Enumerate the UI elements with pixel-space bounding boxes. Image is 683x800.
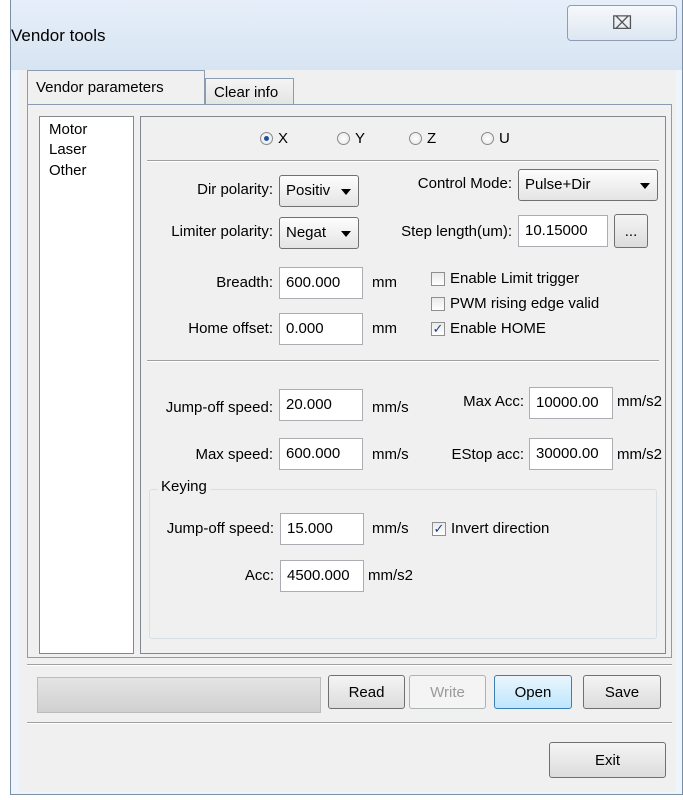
keying-jump-off-speed-input[interactable]: 15.000 <box>280 513 364 545</box>
limiter-polarity-label: Limiter polarity: <box>171 223 273 240</box>
separator <box>27 664 672 666</box>
max-speed-unit: mm/s <box>372 446 409 463</box>
estop-acc-input[interactable]: 30000.00 <box>529 438 613 470</box>
close-icon: ⌧ <box>611 12 633 33</box>
home-offset-label: Home offset: <box>188 320 273 337</box>
invert-direction-checkbox[interactable]: ✓ Invert direction <box>432 520 549 537</box>
step-length-browse-button[interactable]: ... <box>614 214 648 248</box>
invert-direction-label: Invert direction <box>451 520 550 537</box>
motor-settings-panel: X Y Z U Dir polarity: Positiv Control Mo… <box>140 116 666 654</box>
keying-acc-input[interactable]: 4500.000 <box>280 560 364 592</box>
keying-jump-off-speed-unit: mm/s <box>372 520 409 537</box>
keying-group-title: Keying <box>158 478 210 495</box>
step-length-input[interactable]: 10.15000 <box>518 215 608 247</box>
radio-unselected-icon <box>409 132 422 145</box>
keying-acc-unit: mm/s2 <box>368 567 413 584</box>
checkbox-checked-icon: ✓ <box>431 320 445 336</box>
axis-radio-u-label: U <box>499 130 510 147</box>
checkbox-checked-icon: ✓ <box>432 520 446 536</box>
separator <box>147 360 659 362</box>
pwm-rising-edge-label: PWM rising edge valid <box>450 295 600 312</box>
home-offset-unit: mm <box>372 320 397 337</box>
keying-acc-label: Acc: <box>244 567 274 584</box>
chevron-down-icon <box>341 231 351 237</box>
dialog-client-area: Vendor parameters Clear info Motor Laser… <box>19 70 676 792</box>
step-length-label: Step length(um): <box>401 223 512 240</box>
exit-button[interactable]: Exit <box>549 742 666 778</box>
vendor-tools-window: Vendor tools ⌧ Vendor parameters Clear i… <box>10 0 683 795</box>
radio-unselected-icon <box>481 132 494 145</box>
checkbox-unchecked-icon <box>431 271 445 286</box>
chevron-down-icon <box>640 183 650 189</box>
axis-radio-y-label: Y <box>355 130 366 147</box>
tab-clear-info-label: Clear info <box>214 84 279 101</box>
max-acc-input[interactable]: 10000.00 <box>529 387 613 419</box>
separator <box>27 722 672 724</box>
tab-vendor-parameters-label: Vendor parameters <box>36 79 164 96</box>
axis-radio-x-label: X <box>278 130 289 147</box>
jump-off-speed-input[interactable]: 20.000 <box>279 389 363 421</box>
enable-limit-trigger-label: Enable Limit trigger <box>450 270 580 287</box>
estop-acc-unit: mm/s2 <box>617 446 662 463</box>
tab-clear-info[interactable]: Clear info <box>205 78 294 106</box>
axis-radio-z-label: Z <box>427 130 437 147</box>
enable-limit-trigger-checkbox[interactable]: Enable Limit trigger <box>431 270 579 287</box>
axis-radio-z[interactable]: Z <box>409 130 436 147</box>
radio-selected-icon <box>260 132 273 145</box>
breadth-label: Breadth: <box>216 274 273 291</box>
dir-polarity-value: Positiv <box>286 182 331 199</box>
pwm-rising-edge-checkbox[interactable]: PWM rising edge valid <box>431 295 599 312</box>
list-item-motor[interactable]: Motor <box>49 121 87 138</box>
limiter-polarity-select[interactable]: Negat <box>279 217 359 249</box>
open-button[interactable]: Open <box>494 675 572 709</box>
jump-off-speed-unit: mm/s <box>372 399 409 416</box>
keying-group: Keying Jump-off speed: 15.000 mm/s ✓ Inv… <box>149 478 657 639</box>
axis-radio-u[interactable]: U <box>481 130 510 147</box>
max-acc-label: Max Acc: <box>463 393 524 410</box>
max-speed-input[interactable]: 600.000 <box>279 438 363 470</box>
tab-vendor-parameters[interactable]: Vendor parameters <box>27 70 205 104</box>
list-item-other[interactable]: Other <box>49 162 87 179</box>
read-button[interactable]: Read <box>328 675 405 709</box>
jump-off-speed-label: Jump-off speed: <box>165 399 273 416</box>
estop-acc-label: EStop acc: <box>451 446 524 463</box>
category-list[interactable]: Motor Laser Other <box>39 116 134 654</box>
browse-icon: ... <box>624 222 638 240</box>
breadth-unit: mm <box>372 274 397 291</box>
save-button[interactable]: Save <box>583 675 661 709</box>
title-bar[interactable]: Vendor tools ⌧ <box>11 0 682 70</box>
axis-radio-x[interactable]: X <box>260 130 288 147</box>
vendor-parameters-panel: Motor Laser Other X Y Z U Dir polarity: … <box>27 104 672 658</box>
dir-polarity-label: Dir polarity: <box>197 181 273 198</box>
control-mode-select[interactable]: Pulse+Dir <box>518 169 658 201</box>
checkbox-unchecked-icon <box>431 296 445 311</box>
axis-radio-y[interactable]: Y <box>337 130 365 147</box>
max-speed-label: Max speed: <box>195 446 273 463</box>
close-button[interactable]: ⌧ <box>567 5 677 41</box>
max-acc-unit: mm/s2 <box>617 393 662 410</box>
limiter-polarity-value: Negat <box>286 224 327 241</box>
control-mode-value: Pulse+Dir <box>525 176 591 193</box>
enable-home-checkbox[interactable]: ✓ Enable HOME <box>431 320 546 337</box>
progress-bar <box>37 677 321 713</box>
separator <box>147 160 659 162</box>
radio-unselected-icon <box>337 132 350 145</box>
dir-polarity-select[interactable]: Positiv <box>279 175 359 207</box>
home-offset-input[interactable]: 0.000 <box>279 313 363 345</box>
keying-jump-off-speed-label: Jump-off speed: <box>166 520 274 537</box>
write-button[interactable]: Write <box>409 675 486 709</box>
control-mode-label: Control Mode: <box>417 175 512 192</box>
breadth-input[interactable]: 600.000 <box>279 267 363 299</box>
window-title: Vendor tools <box>11 26 106 45</box>
list-item-laser[interactable]: Laser <box>49 141 87 158</box>
chevron-down-icon <box>341 189 351 195</box>
enable-home-label: Enable HOME <box>450 320 546 337</box>
